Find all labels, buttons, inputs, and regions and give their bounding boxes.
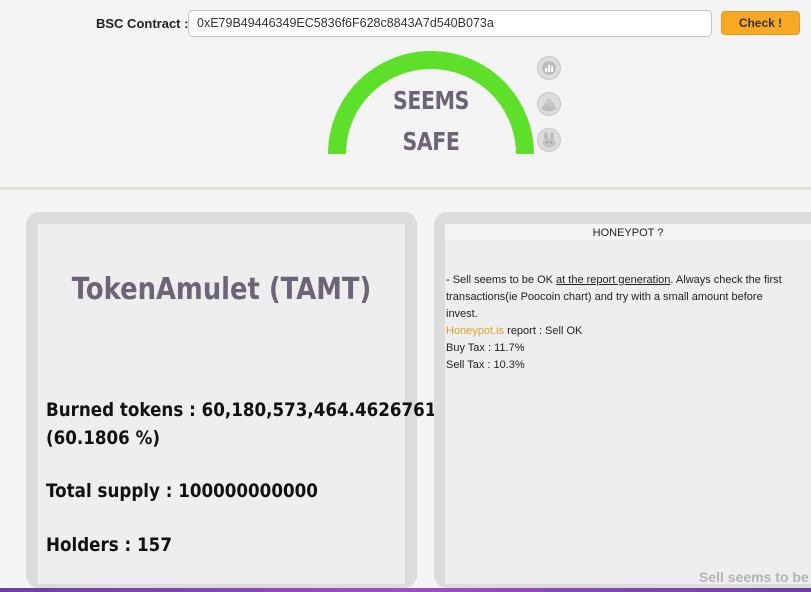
honeypot-message-prefix: - Sell seems to be OK [446, 274, 557, 286]
poo-icon[interactable] [537, 92, 561, 116]
sell-status: Sell seems to be OK [699, 569, 811, 585]
honeypot-report: Honeypot.is report : Sell OK [446, 323, 796, 340]
bottom-accent-bar [0, 588, 811, 592]
token-info-card: TokenAmulet (TAMT) Burned tokens : 60,18… [26, 212, 460, 588]
honeypot-report-result: report : Sell OK [504, 325, 583, 337]
burned-tokens-amount: Burned tokens : 60,180,573,464.462676189 [46, 399, 460, 421]
verdict-text: SEEMS SAFE [375, 80, 487, 162]
verdict-line1: SEEMS [393, 86, 469, 115]
burned-tokens-percent: (60.1806 %) [46, 427, 161, 449]
honeypot-header: HONEYPOT ? [445, 224, 811, 240]
contract-label: BSC Contract : [96, 16, 189, 31]
pancake-bunny-icon[interactable] [537, 128, 561, 152]
header-area: BSC Contract : 0xE79B49446349EC5836f6F62… [0, 0, 811, 187]
honeypot-card: HONEYPOT ? - Sell seems to be OK at the … [434, 212, 811, 588]
check-button[interactable]: Check ! [721, 11, 800, 35]
honeypot-message: - Sell seems to be OK at the report gene… [446, 272, 796, 323]
verdict-line2: SAFE [402, 127, 460, 156]
token-info-panel: TokenAmulet (TAMT) Burned tokens : 60,18… [38, 224, 460, 584]
report-generation-link[interactable]: at the report generation [556, 274, 670, 286]
buy-tax: Buy Tax : 11.7% [446, 342, 525, 354]
honeypot-is-link[interactable]: Honeypot.is [446, 325, 504, 337]
token-name: TokenAmulet (TAMT) [71, 272, 372, 307]
total-supply: Total supply : 100000000000 [46, 480, 318, 502]
sell-tax: Sell Tax : 10.3% [446, 359, 525, 371]
honeypot-panel: HONEYPOT ? - Sell seems to be OK at the … [445, 224, 811, 585]
contract-address-input[interactable]: 0xE79B49446349EC5836f6F628c8843A7d540B07… [188, 10, 712, 37]
burned-tokens: Burned tokens : 60,180,573,464.462676189… [46, 396, 460, 452]
chart-icon[interactable] [537, 56, 561, 80]
holders-count: Holders : 157 [46, 534, 172, 556]
section-divider [0, 187, 811, 190]
